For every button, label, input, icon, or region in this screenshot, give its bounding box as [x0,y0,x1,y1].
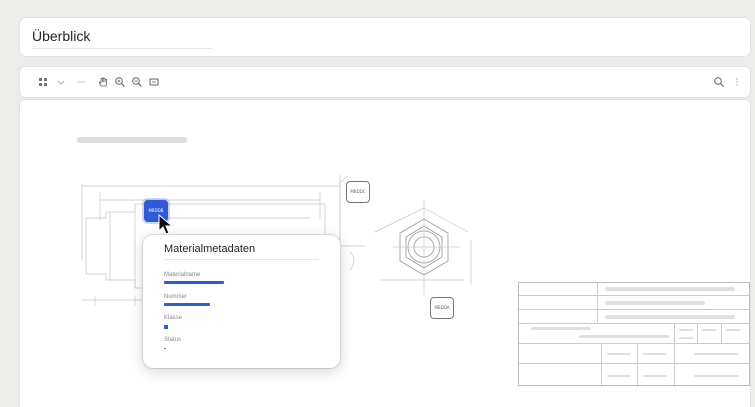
popup-separator [164,259,319,260]
more-icon[interactable] [730,75,744,89]
tag-mbdda[interactable]: MBDDA [430,297,454,319]
grid-icon[interactable] [36,75,50,89]
field-label-nummer: Nummer [164,294,188,300]
zoom-out-icon[interactable] [130,75,144,89]
field-value-klasse [164,325,168,329]
popup-title: Materialmetadaten [164,243,256,255]
field-label-klasse: Klasse [164,315,183,321]
title-underline [32,48,212,49]
field-value-nummer [164,303,210,306]
hand-icon[interactable] [96,75,110,89]
title-bar: Überblick [20,18,750,56]
drawing-canvas[interactable]: MBDDB MBDDC MBDDA Materialmetadaten Mate… [20,100,750,407]
field-value-status [164,348,166,349]
chevron-down-icon[interactable] [54,75,68,89]
field-label-materialname: Materialname [164,272,201,278]
arrow-icon[interactable] [74,75,88,89]
field-label-status: Status [164,337,182,343]
search-icon[interactable] [712,75,726,89]
field-value-materialname [164,281,224,284]
viewer-toolbar [20,67,750,97]
material-metadata-popup: Materialmetadaten Materialname Nummer Kl… [143,235,340,368]
page-title: Überblick [32,28,91,44]
tag-mbddc[interactable]: MBDDC [346,181,370,203]
mouse-cursor-icon [158,214,174,235]
drawing-title-block [518,282,750,387]
fit-icon[interactable] [147,75,161,89]
zoom-in-icon[interactable] [113,75,127,89]
app-window: Überblick MBDDB MBDDC MBDDA Materialmeta… [10,10,750,407]
